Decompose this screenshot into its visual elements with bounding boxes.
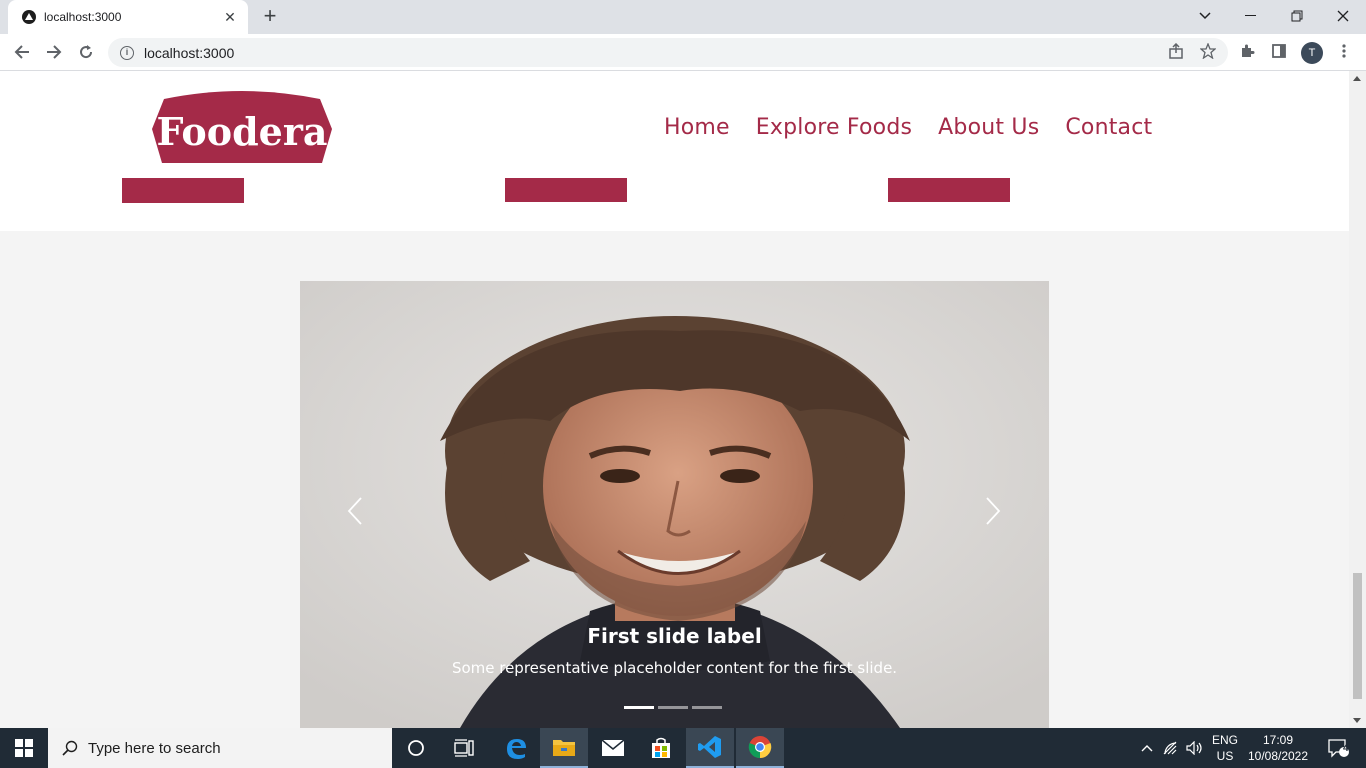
address-bar[interactable]: i localhost:3000 bbox=[108, 38, 1228, 67]
scroll-down-icon[interactable] bbox=[1353, 718, 1361, 723]
new-tab-button[interactable]: + bbox=[258, 5, 282, 29]
store-icon[interactable] bbox=[637, 728, 685, 768]
logo-text: Foodera bbox=[157, 109, 328, 154]
windows-taskbar: Type here to search ENG US 17:09 10/08/2… bbox=[0, 728, 1366, 768]
show-hidden-icons-icon[interactable] bbox=[1137, 728, 1157, 768]
network-icon[interactable] bbox=[1161, 728, 1183, 768]
file-explorer-icon[interactable] bbox=[540, 728, 588, 768]
main-nav: Home Explore Foods About Us Contact bbox=[664, 115, 1152, 140]
browser-tab-strip: localhost:3000 ✕ + bbox=[0, 0, 1366, 34]
carousel-indicator[interactable] bbox=[658, 706, 688, 709]
nav-contact[interactable]: Contact bbox=[1065, 115, 1152, 140]
back-icon[interactable] bbox=[9, 40, 35, 64]
search-icon bbox=[62, 740, 78, 756]
volume-icon[interactable] bbox=[1184, 728, 1206, 768]
lang-region: US bbox=[1216, 749, 1234, 763]
extensions-icon[interactable] bbox=[1237, 41, 1257, 61]
scroll-up-icon[interactable] bbox=[1353, 76, 1361, 81]
browser-toolbar: i localhost:3000 bbox=[0, 34, 1366, 71]
close-window-icon[interactable] bbox=[1320, 0, 1366, 32]
cortana-icon[interactable] bbox=[392, 728, 440, 768]
search-placeholder: Type here to search bbox=[88, 739, 221, 757]
site-info-icon[interactable]: i bbox=[120, 45, 134, 60]
task-view-icon[interactable] bbox=[440, 728, 488, 768]
reload-icon[interactable] bbox=[73, 40, 99, 64]
nav-explore-foods[interactable]: Explore Foods bbox=[756, 115, 912, 140]
minimize-icon[interactable] bbox=[1228, 0, 1274, 32]
vscode-icon[interactable] bbox=[686, 728, 734, 768]
page-viewport: Order Now Order Now Order Now Foodera Ho… bbox=[0, 71, 1349, 728]
site-logo[interactable]: Foodera bbox=[150, 89, 334, 165]
carousel: First slide label Some representative pl… bbox=[300, 281, 1049, 728]
browser-tab[interactable]: localhost:3000 ✕ bbox=[8, 0, 248, 34]
site-favicon-icon bbox=[22, 10, 36, 24]
url-text: localhost:3000 bbox=[144, 44, 235, 61]
slide-caption-text: Some representative placeholder content … bbox=[451, 659, 898, 677]
windows-start-icon[interactable] bbox=[0, 728, 48, 768]
carousel-indicator[interactable] bbox=[692, 706, 722, 709]
site-header: Order Now Order Now Order Now Foodera Ho… bbox=[0, 71, 1349, 231]
notification-count-badge: 4 bbox=[1343, 743, 1349, 754]
forward-icon[interactable] bbox=[41, 40, 67, 64]
tab-search-icon[interactable] bbox=[1182, 0, 1228, 32]
restore-icon[interactable] bbox=[1274, 0, 1320, 32]
taskbar-search-input[interactable]: Type here to search bbox=[48, 728, 392, 768]
side-panel-icon[interactable] bbox=[1269, 41, 1289, 61]
clock-time: 17:09 bbox=[1262, 733, 1294, 747]
carousel-prev-icon[interactable] bbox=[340, 491, 370, 531]
nav-about-us[interactable]: About Us bbox=[938, 115, 1039, 140]
share-icon[interactable] bbox=[1166, 41, 1186, 61]
lang-code: ENG bbox=[1211, 733, 1238, 747]
clock-date: 10/08/2022 bbox=[1247, 749, 1309, 763]
profile-avatar[interactable]: T bbox=[1301, 42, 1323, 64]
language-indicator[interactable]: ENG US bbox=[1206, 728, 1244, 768]
carousel-indicators bbox=[624, 706, 722, 709]
carousel-next-icon[interactable] bbox=[978, 491, 1008, 531]
system-clock[interactable]: 17:09 10/08/2022 bbox=[1244, 728, 1312, 768]
bookmark-star-icon[interactable] bbox=[1198, 41, 1218, 61]
tab-title: localhost:3000 bbox=[44, 10, 122, 24]
page-scrollbar[interactable] bbox=[1349, 71, 1366, 728]
edge-browser-icon[interactable] bbox=[492, 728, 540, 768]
notifications-icon[interactable]: 4 bbox=[1318, 728, 1358, 768]
tab-close-icon[interactable]: ✕ bbox=[222, 9, 238, 26]
mail-icon[interactable] bbox=[589, 728, 637, 768]
scrollbar-thumb[interactable] bbox=[1353, 573, 1362, 699]
carousel-indicator[interactable] bbox=[624, 706, 654, 709]
chrome-icon[interactable] bbox=[736, 728, 784, 768]
slide-caption-title: First slide label bbox=[587, 624, 762, 648]
nav-home[interactable]: Home bbox=[664, 115, 730, 140]
browser-menu-icon[interactable] bbox=[1334, 41, 1354, 61]
